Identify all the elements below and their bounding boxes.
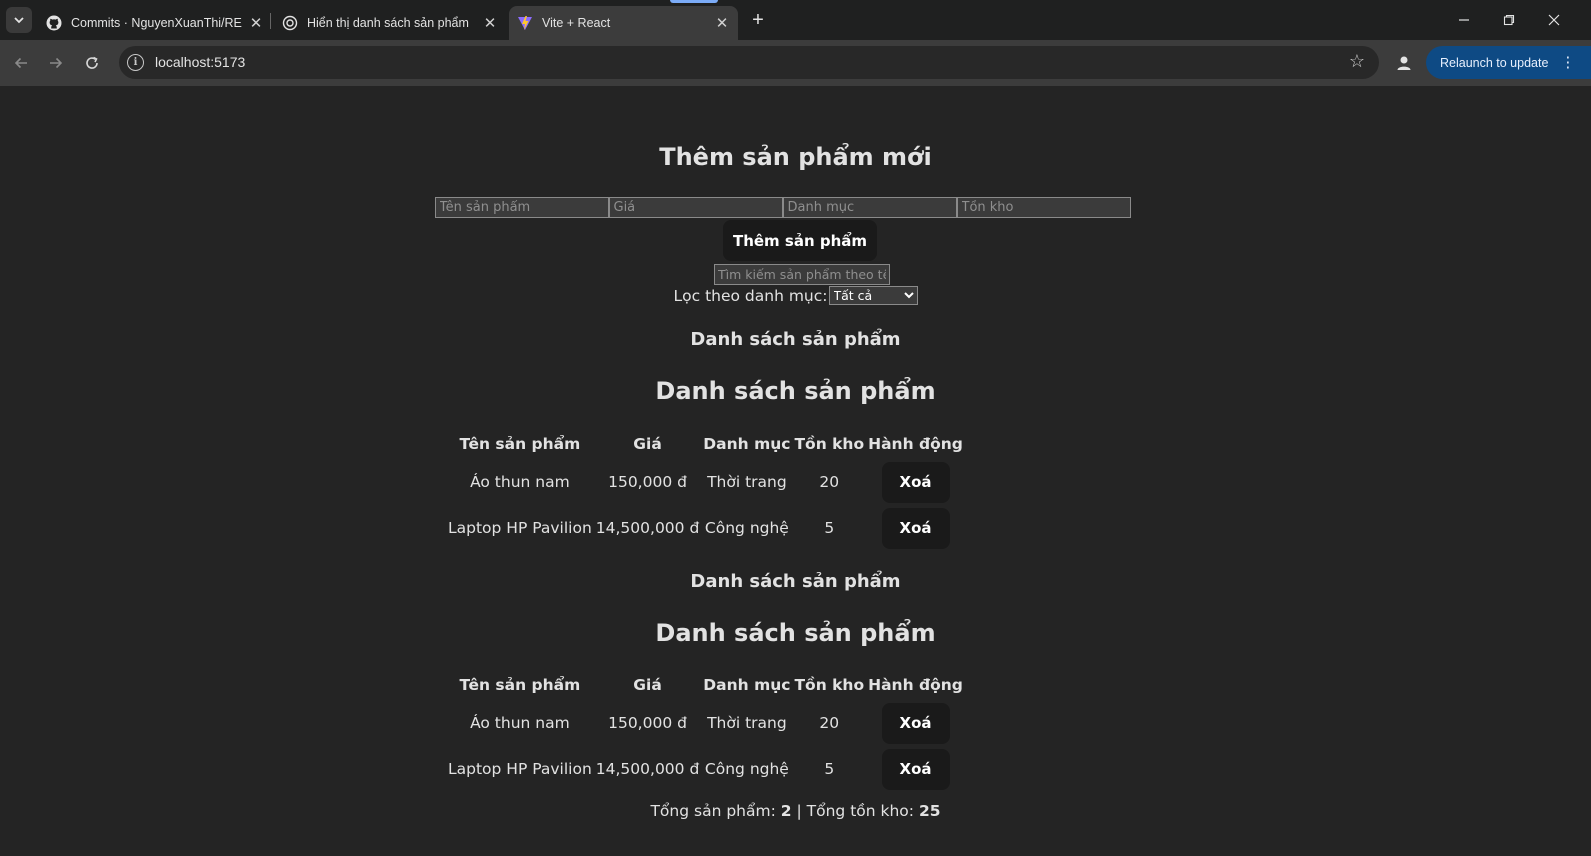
table-row: Laptop HP Pavilion 14,500,000 đ Công ngh… [446, 505, 965, 551]
cell-action: Xoá [866, 700, 965, 746]
filter-label: Lọc theo danh mục: [673, 286, 828, 305]
tab-title: Vite + React [542, 16, 611, 30]
url-text[interactable]: localhost:5173 [155, 54, 245, 70]
browser-toolbar: i localhost:5173 ☆ Relaunch to update ⋮ [0, 40, 1591, 86]
list-subtitle: Danh sách sản phẩm [690, 571, 901, 592]
column-header-stock: Tồn kho [794, 434, 865, 453]
cell-stock: 5 [824, 519, 835, 537]
restore-icon[interactable] [1497, 8, 1521, 32]
cell-action: Xoá [866, 459, 965, 505]
chatgpt-icon [282, 15, 298, 31]
relaunch-label: Relaunch to update [1440, 55, 1549, 70]
inventory-summary: Tổng sản phẩm: 2 | Tổng tồn kho: 25 [0, 802, 1591, 820]
add-product-form [0, 197, 1578, 218]
cell-name: Áo thun nam [470, 473, 570, 491]
tab-divider [270, 13, 271, 29]
list-subtitle: Danh sách sản phẩm [690, 329, 901, 350]
column-header-price: Giá [633, 434, 662, 453]
cell-category: Thời trang [707, 714, 787, 732]
list-title: Danh sách sản phẩm [655, 619, 936, 647]
cell-name: Laptop HP Pavilion [448, 760, 592, 778]
cell-stock: 20 [819, 473, 840, 491]
cell-category: Công nghệ [704, 760, 789, 778]
search-input[interactable] [714, 264, 890, 285]
delete-button[interactable]: Xoá [881, 702, 950, 744]
table-header-row: Tên sản phẩm Giá Danh mục Tồn kho Hành đ… [446, 428, 965, 459]
product-table: Tên sản phẩm Giá Danh mục Tồn kho Hành đ… [446, 428, 965, 551]
total-stock-label: Tổng tồn kho: [806, 802, 915, 820]
tab-accent-bar [670, 0, 718, 3]
tab-commits[interactable]: Commits · NguyenXuanThi/REA ✕ [46, 6, 264, 40]
delete-button[interactable]: Xoá [881, 507, 950, 549]
site-info-icon[interactable]: i [127, 54, 144, 71]
total-stock-value: 25 [918, 802, 941, 820]
column-header-category: Danh mục [703, 434, 791, 453]
total-products-value: 2 [780, 802, 792, 820]
tab-title: Commits · NguyenXuanThi/REA [71, 16, 242, 30]
close-icon[interactable]: ✕ [714, 15, 730, 32]
category-select[interactable]: Tất cả [828, 286, 918, 305]
cell-category: Thời trang [707, 473, 787, 491]
more-menu-icon[interactable]: ⋮ [1560, 55, 1575, 70]
table-row: Áo thun nam 150,000 đ Thời trang 20 Xoá [446, 459, 965, 505]
bookmark-star-icon[interactable]: ☆ [1349, 51, 1365, 72]
cell-price: 14,500,000 đ [595, 519, 700, 537]
product-price-input[interactable] [608, 197, 783, 218]
cell-name: Laptop HP Pavilion [448, 519, 592, 537]
close-icon[interactable]: ✕ [248, 15, 264, 32]
minimize-icon[interactable] [1452, 8, 1476, 32]
delete-button[interactable]: Xoá [881, 461, 950, 503]
relaunch-to-update-button[interactable]: Relaunch to update ⋮ [1426, 46, 1591, 79]
product-name-input[interactable] [434, 197, 609, 218]
cell-price: 150,000 đ [608, 473, 687, 491]
cell-category: Công nghệ [704, 519, 789, 537]
browser-tab-bar: Commits · NguyenXuanThi/REA ✕ Hiển thị d… [0, 0, 1591, 40]
address-bar[interactable]: i localhost:5173 ☆ [119, 46, 1379, 79]
chevron-down-icon [14, 17, 24, 24]
tab-search-button[interactable] [6, 7, 32, 33]
list-title: Danh sách sản phẩm [655, 377, 936, 405]
column-header-name: Tên sản phẩm [459, 675, 581, 694]
profile-avatar-icon[interactable] [1391, 50, 1417, 76]
column-header-action: Hành động [868, 675, 963, 694]
cell-price: 14,500,000 đ [595, 760, 700, 778]
product-stock-input[interactable] [956, 197, 1131, 218]
cell-name: Áo thun nam [470, 714, 570, 732]
tab-title: Hiển thị danh sách sản phẩm [307, 16, 469, 30]
category-filter: Lọc theo danh mục: Tất cả [0, 286, 1591, 305]
tab-vite-react[interactable]: Vite + React ✕ [509, 6, 738, 40]
forward-arrow-icon[interactable] [44, 51, 68, 75]
app-page: Thêm sản phẩm mới Thêm sản phẩm Lọc theo… [0, 86, 1591, 856]
column-header-price: Giá [633, 675, 662, 694]
table-header-row: Tên sản phẩm Giá Danh mục Tồn kho Hành đ… [446, 669, 965, 700]
add-product-button[interactable]: Thêm sản phẩm [723, 220, 877, 261]
total-products-label: Tổng sản phẩm: [650, 802, 776, 820]
cell-stock: 20 [819, 714, 840, 732]
back-arrow-icon[interactable] [9, 51, 33, 75]
column-header-stock: Tồn kho [794, 675, 865, 694]
cell-action: Xoá [866, 505, 965, 551]
cell-stock: 5 [824, 760, 835, 778]
delete-button[interactable]: Xoá [881, 748, 950, 790]
window-close-icon[interactable] [1542, 8, 1566, 32]
column-header-action: Hành động [868, 434, 963, 453]
reload-icon[interactable] [80, 51, 104, 75]
summary-separator: | [796, 802, 802, 820]
column-header-category: Danh mục [703, 675, 791, 694]
product-table: Tên sản phẩm Giá Danh mục Tồn kho Hành đ… [446, 669, 965, 792]
cell-action: Xoá [866, 746, 965, 792]
table-row: Laptop HP Pavilion 14,500,000 đ Công ngh… [446, 746, 965, 792]
new-tab-plus-icon[interactable]: + [748, 10, 768, 30]
vite-icon [517, 15, 533, 31]
column-header-name: Tên sản phẩm [459, 434, 581, 453]
tab-product-list[interactable]: Hiển thị danh sách sản phẩm ✕ [282, 6, 498, 40]
cell-price: 150,000 đ [608, 714, 687, 732]
product-category-input[interactable] [782, 197, 957, 218]
github-icon [46, 15, 62, 31]
form-title: Thêm sản phẩm mới [659, 143, 932, 171]
table-row: Áo thun nam 150,000 đ Thời trang 20 Xoá [446, 700, 965, 746]
close-icon[interactable]: ✕ [482, 15, 498, 32]
